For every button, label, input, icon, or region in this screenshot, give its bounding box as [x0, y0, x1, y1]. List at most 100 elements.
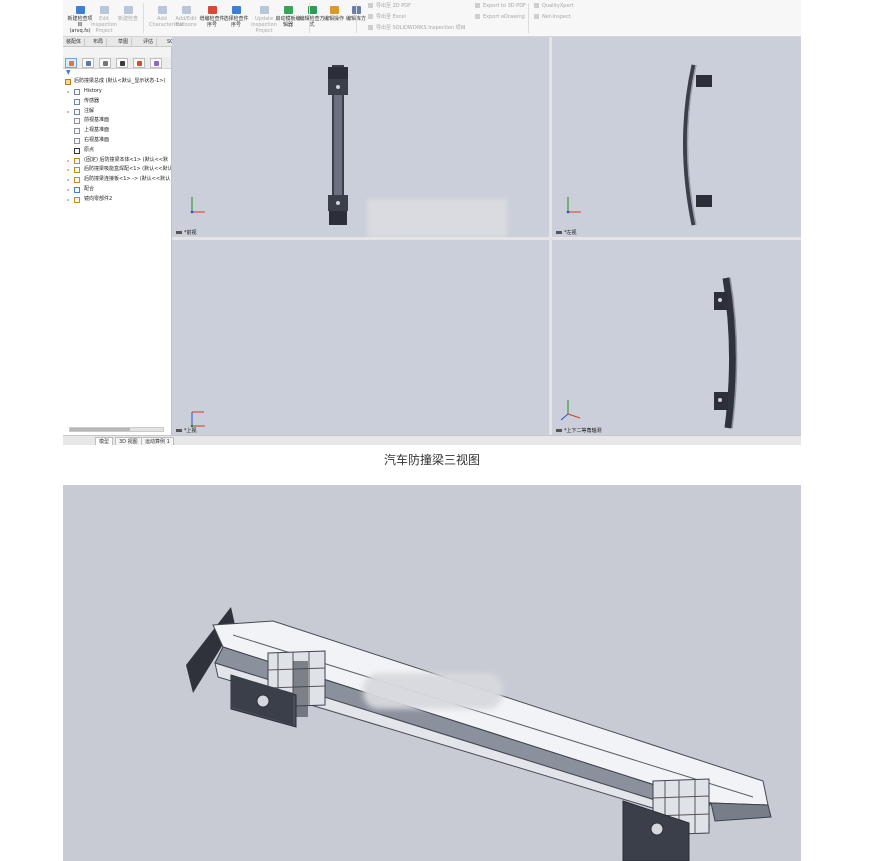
ribbon-button-label: Edit Inspection Project [91, 16, 117, 34]
expand-arrow-icon[interactable]: ▸ [66, 87, 71, 97]
ribbon-button-icon [207, 6, 217, 14]
ribbon-button[interactable]: 增编检查件序号 [199, 6, 225, 28]
tree-node-label: 镜向零部件2 [84, 195, 113, 202]
bottom-model-tab[interactable]: 模型 [95, 437, 114, 445]
left-view-model [566, 64, 712, 226]
filter-icon[interactable]: ▼ [63, 69, 171, 77]
expand-arrow-icon[interactable]: ▸ [66, 185, 71, 195]
tree-node-label: 右视基准面 [84, 136, 110, 143]
bumper-beam-isometric-model [186, 607, 772, 861]
tree-node-icon [74, 157, 80, 164]
export-edrawing[interactable]: Export eDrawing [475, 14, 525, 21]
tree-node-icon [74, 196, 80, 203]
command-tab[interactable]: 布局 [90, 38, 108, 47]
dimxpert-tab-icon[interactable] [116, 57, 128, 68]
ribbon-button[interactable]: 新建检查项目(arvq.fs) [67, 6, 93, 34]
ribbon-button-icon [123, 6, 133, 14]
tree-node-icon [74, 177, 80, 184]
figure-caption: 汽车防撞梁三视图 [383, 453, 480, 467]
tree-node-icon [74, 186, 80, 193]
tree-node[interactable]: ▸ 后防撞梁连接板<1> -> (默认<<默认 [63, 175, 171, 185]
export-inspection-project[interactable]: 导出至 SOLIDWORKS Inspection 项目 [368, 25, 466, 32]
ribbon-button[interactable]: Add/Edit Balloons [173, 6, 199, 28]
isometric-view-model [560, 277, 738, 429]
tree-node-label: History [84, 88, 102, 94]
viewport-splitter-horizontal[interactable] [172, 237, 801, 240]
ribbon-separator [143, 3, 144, 33]
tree-node-label: 前视基准面 [84, 117, 110, 124]
ribbon-button-icon [157, 6, 167, 14]
ribbon-button[interactable]: 新建检查 [115, 6, 141, 22]
tree-horizontal-scrollbar[interactable] [69, 427, 164, 432]
blurred-watermark [367, 199, 507, 237]
ribbon-button-label: 启动模板编辑器 [275, 16, 301, 28]
property-manager-tab-icon[interactable] [82, 57, 94, 68]
expand-arrow-icon[interactable]: ▸ [66, 107, 71, 117]
feature-manager-tree: ▼ 后防撞梁总成 (默认<默认_显示状态-1>) ▸ History 传感器 ▸ 注解前… [63, 47, 172, 435]
ribbon-button[interactable]: 选择检查件序号 [223, 6, 249, 28]
ribbon-button[interactable]: 启动模板编辑器 [275, 6, 301, 28]
ribbon-button-icon [181, 6, 191, 14]
tree-node[interactable]: ▸ 后防撞梁吸能盒焊配<1> (默认<<默认 [63, 165, 171, 175]
tree-node[interactable]: ▸ History [63, 87, 171, 97]
tree-node[interactable]: ▸ 配合 [63, 185, 171, 195]
viewport-top[interactable]: *上视 [172, 240, 549, 435]
configuration-manager-tab-icon[interactable] [99, 57, 111, 68]
viewport-label: *左视 [556, 229, 577, 236]
tree-node-icon [74, 108, 80, 115]
tree-node-label: 上视基准面 [84, 127, 110, 134]
tree-node[interactable]: 前视基准面 [63, 116, 171, 126]
viewport-left[interactable]: *左视 [552, 37, 801, 237]
tree-node[interactable]: 传感器 [63, 97, 171, 107]
tree-node-icon [74, 128, 80, 135]
tree-node[interactable]: 右视基准面 [63, 136, 171, 146]
quality-xpert[interactable]: QualityXpert [534, 3, 574, 10]
ribbon-separator [356, 3, 357, 33]
ribbon-button-icon [99, 6, 109, 14]
ribbon-separator [528, 3, 529, 33]
coordinate-triad-icon [190, 197, 205, 214]
bottom-model-tab[interactable]: 运动算例 1 [141, 437, 174, 445]
tree-node[interactable]: ▸ 注解 [63, 107, 171, 117]
ribbon-button-label: 新建检查项目(arvq.fs) [67, 16, 93, 34]
export-excel[interactable]: 导出至 Excel [368, 14, 406, 21]
ribbon-button-label: Add/Edit Balloons [175, 16, 197, 28]
inspection-tab-icon[interactable] [150, 57, 162, 68]
tree-node-label: 配合 [84, 185, 95, 192]
command-tab[interactable]: 草图 [115, 38, 133, 47]
tree-node-label: 原点 [84, 146, 95, 153]
bumper-beam-render [63, 485, 801, 861]
viewport-front[interactable]: *前视 [172, 37, 549, 237]
expand-arrow-icon[interactable]: ▸ [66, 195, 71, 205]
viewport-label: *上视 [176, 427, 197, 434]
expand-arrow-icon[interactable]: ▸ [66, 165, 71, 175]
tree-node-label: 注解 [84, 107, 95, 114]
inspection-ribbon: 新建检查项目(arvq.fs) Edit Inspection Project 新建… [63, 0, 801, 37]
tree-node[interactable]: 上视基准面 [63, 126, 171, 136]
tree-header [63, 47, 171, 57]
tree-node[interactable]: ▸ (固定) 后防撞梁本体<1> (默认<<默 [63, 156, 171, 166]
ribbon-button[interactable]: Update Inspection Project [251, 6, 277, 34]
bottom-model-tab[interactable]: 3D 视图 [115, 437, 142, 445]
command-tab[interactable]: 评估 [140, 38, 158, 47]
display-manager-tab-icon[interactable] [133, 57, 145, 68]
command-tab[interactable]: 装配体 [63, 38, 86, 47]
expand-arrow-icon[interactable]: ▸ [66, 156, 71, 166]
expand-arrow-icon[interactable]: ▸ [66, 175, 71, 185]
ribbon-button-label: 编辑操作 [323, 16, 344, 22]
export-2d-pdf[interactable]: 导出至 2D PDF [368, 3, 411, 10]
feature-manager-tab-icon[interactable] [65, 57, 77, 68]
viewport-isometric[interactable]: *上下二等角轴测 [552, 240, 801, 435]
top-view-model [190, 411, 205, 428]
ribbon-button-label: 选择检查件序号 [223, 16, 249, 28]
net-inspect[interactable]: Net-Inspect [534, 14, 571, 21]
tree-node[interactable]: ▸ 镜向零部件2 [63, 195, 171, 205]
ribbon-button[interactable]: Edit Inspection Project [91, 6, 117, 34]
tree-panel-tabs [63, 57, 171, 69]
viewport-splitter-vertical[interactable] [549, 37, 552, 435]
tree-node[interactable]: 原点 [63, 146, 171, 156]
ribbon-button[interactable]: Add Characteristic [149, 6, 184, 28]
tree-root-assembly[interactable]: 后防撞梁总成 (默认<默认_显示状态-1>) [63, 77, 171, 87]
export-3d-pdf[interactable]: Export to 3D PDF [475, 3, 526, 10]
model-bottom-tabs: 模型 3D 视图 运动算例 1 [63, 435, 801, 445]
